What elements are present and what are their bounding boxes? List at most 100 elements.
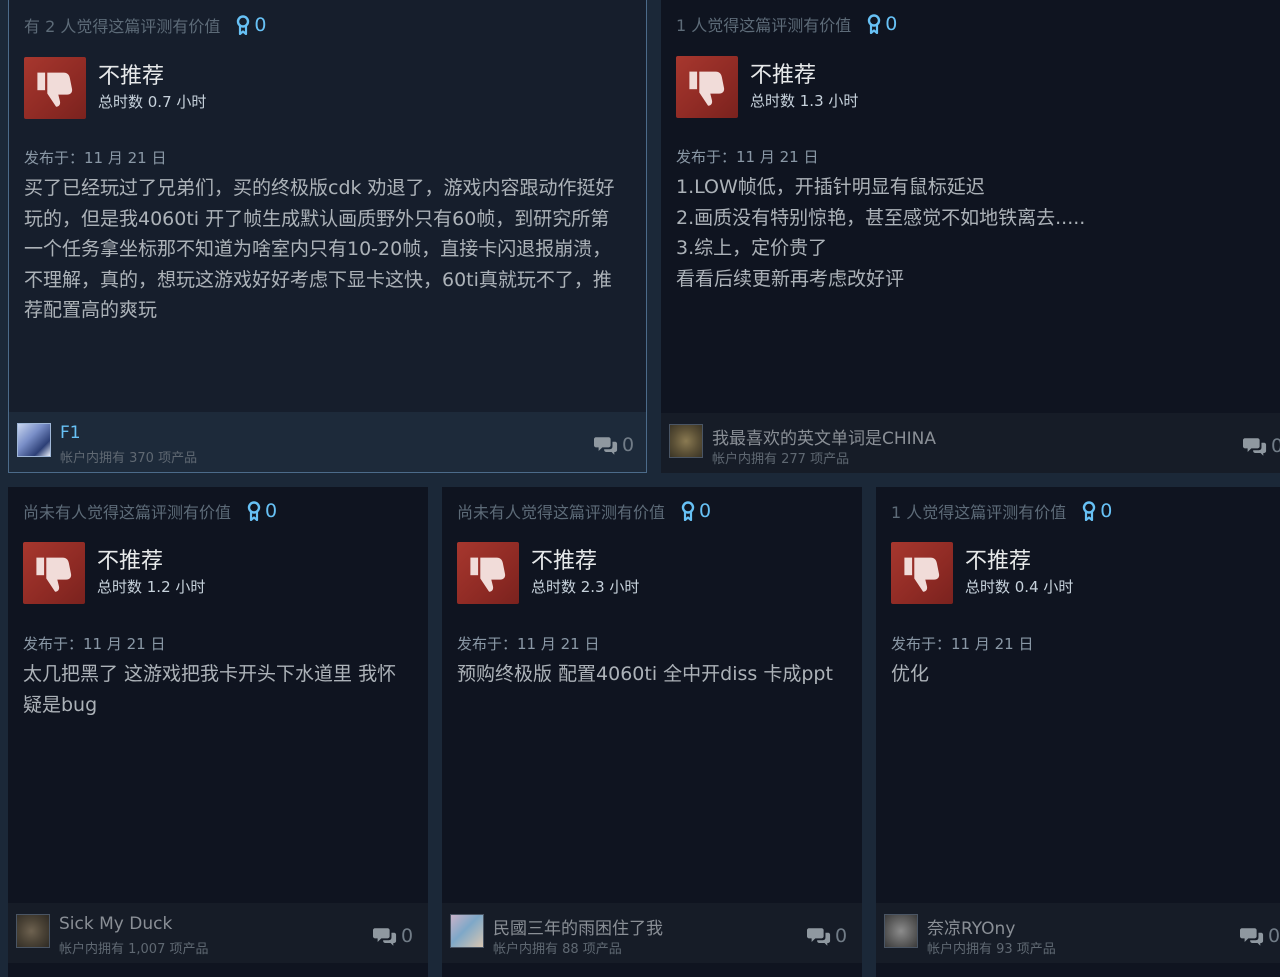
award-button[interactable]: 0 — [867, 13, 897, 35]
posted-date: 发布于：11 月 21 日 — [676, 148, 819, 166]
verdict-title: 不推荐 — [750, 63, 817, 88]
review-line: 2.画质没有特别惊艳，甚至感觉不如地铁离去..... — [676, 206, 1086, 229]
playtime: 总时数 2.3 小时 — [531, 578, 640, 596]
award-count: 0 — [885, 13, 898, 35]
author-name[interactable]: F1 — [60, 423, 81, 443]
comment-button[interactable]: 0 — [1243, 435, 1280, 457]
award-count: 0 — [699, 500, 712, 522]
review-author-bar: F1 帐户内拥有 370 项产品 0 — [9, 412, 646, 472]
author-product-count: 帐户内拥有 88 项产品 — [493, 942, 622, 957]
comment-count: 0 — [1271, 435, 1280, 457]
award-icon — [236, 15, 250, 35]
review-card: 1 人觉得这篇评测有价值 0 不推荐 总时数 0.4 小时 发布于：11 月 2… — [876, 487, 1280, 977]
author-name[interactable]: 我最喜欢的英文单词是CHINA — [712, 424, 936, 449]
verdict-block[interactable]: 不推荐 总时数 1.2 小时 — [23, 542, 205, 604]
review-line: 太几把黑了 这游戏把我卡开头下水道里 我怀 — [23, 663, 397, 685]
review-content: 优化 — [891, 659, 929, 690]
comment-icon — [1240, 926, 1264, 947]
review-line: 优化 — [891, 663, 930, 685]
review-line: 不理解，真的，想玩这游戏好好考虑下显卡这快，60ti真就玩不了，推 — [24, 268, 612, 291]
helpful-text: 尚未有人觉得这篇评测有价值 — [457, 503, 666, 522]
comment-icon — [373, 926, 397, 947]
thumbs-down-icon — [23, 542, 85, 604]
author-product-count: 帐户内拥有 1,007 项产品 — [59, 942, 209, 957]
author-product-count: 帐户内拥有 370 项产品 — [60, 451, 198, 466]
comment-button[interactable]: 0 — [1240, 925, 1280, 947]
award-button[interactable]: 0 — [236, 14, 266, 36]
verdict-block[interactable]: 不推荐 总时数 0.4 小时 — [891, 542, 1073, 604]
review-author-bar: Sick My Duck 帐户内拥有 1,007 项产品 0 — [8, 903, 428, 963]
verdict-title: 不推荐 — [98, 64, 165, 89]
thumbs-down-icon — [891, 542, 953, 604]
review-line: 玩的，但是我4060ti 开了帧生成默认画质野外只有60帧，到研究所第 — [24, 207, 610, 230]
award-button[interactable]: 0 — [247, 500, 277, 522]
author-product-count: 帐户内拥有 93 项产品 — [927, 942, 1056, 957]
review-content: 太几把黑了 这游戏把我卡开头下水道里 我怀 疑是bug — [23, 659, 396, 720]
avatar[interactable] — [450, 914, 484, 948]
review-author-bar: 奈凉RYOny 帐户内拥有 93 项产品 0 — [876, 903, 1280, 963]
avatar[interactable] — [669, 424, 703, 458]
review-line: 1.LOW帧低，开插针明显有鼠标延迟 — [676, 176, 985, 198]
review-line: 一个任务拿坐标那不知道为啥室内只有10-20帧，直接卡闪退报崩溃， — [24, 238, 612, 260]
verdict-title: 不推荐 — [965, 549, 1032, 574]
award-button[interactable]: 0 — [1082, 500, 1112, 522]
comment-icon — [1243, 436, 1267, 457]
verdict-title: 不推荐 — [531, 549, 598, 574]
review-line: 买了已经玩过了兄弟们，买的终极版cdk 劝退了，游戏内容跟动作挺好 — [24, 177, 615, 199]
helpful-count: 有 2 人觉得这篇评测有价值 0 — [24, 13, 266, 37]
comment-button[interactable]: 0 — [594, 434, 634, 456]
review-content: 预购终极版 配置4060ti 全中开diss 卡成ppt — [457, 659, 833, 690]
avatar[interactable] — [884, 914, 918, 948]
review-author-bar: 我最喜欢的英文单词是CHINA 帐户内拥有 277 项产品 0 — [661, 413, 1280, 473]
review-card: 尚未有人觉得这篇评测有价值 0 不推荐 总时数 2.3 小时 发布于：11 月 … — [442, 487, 862, 977]
review-card: 尚未有人觉得这篇评测有价值 0 不推荐 总时数 1.2 小时 发布于：11 月 … — [8, 487, 428, 977]
author-name[interactable]: 民國三年的雨困住了我 — [493, 914, 663, 939]
award-icon — [247, 501, 261, 521]
helpful-count: 1 人觉得这篇评测有价值 0 — [676, 12, 897, 36]
award-button[interactable]: 0 — [681, 500, 711, 522]
verdict-block[interactable]: 不推荐 总时数 1.3 小时 — [676, 56, 858, 118]
review-line: 预购终极版 配置4060ti 全中开diss 卡成ppt — [457, 663, 833, 685]
verdict-title: 不推荐 — [97, 549, 164, 574]
playtime: 总时数 1.2 小时 — [97, 578, 206, 596]
helpful-text: 1 人觉得这篇评测有价值 — [891, 503, 1067, 522]
award-icon — [681, 501, 695, 521]
verdict-block[interactable]: 不推荐 总时数 2.3 小时 — [457, 542, 639, 604]
comment-count: 0 — [1268, 925, 1280, 947]
review-card: 1 人觉得这篇评测有价值 0 不推荐 总时数 1.3 小时 发布于：11 月 2… — [661, 0, 1280, 473]
playtime: 总时数 0.4 小时 — [965, 578, 1074, 596]
thumbs-down-icon — [24, 57, 86, 119]
avatar[interactable] — [16, 914, 50, 948]
thumbs-down-icon — [457, 542, 519, 604]
playtime: 总时数 0.7 小时 — [98, 93, 207, 111]
helpful-text: 有 2 人觉得这篇评测有价值 — [24, 17, 221, 36]
comment-count: 0 — [835, 925, 848, 947]
helpful-count: 尚未有人觉得这篇评测有价值 0 — [23, 499, 277, 523]
helpful-count: 1 人觉得这篇评测有价值 0 — [891, 499, 1112, 523]
review-content: 买了已经玩过了兄弟们，买的终极版cdk 劝退了，游戏内容跟动作挺好 玩的，但是我… — [24, 173, 615, 326]
helpful-count: 尚未有人觉得这篇评测有价值 0 — [457, 499, 711, 523]
award-count: 0 — [254, 14, 267, 36]
posted-date: 发布于：11 月 21 日 — [891, 635, 1034, 653]
comment-icon — [807, 926, 831, 947]
review-line: 荐配置高的爽玩 — [24, 299, 158, 321]
review-line: 3.综上，定价贵了 — [676, 237, 828, 259]
verdict-block[interactable]: 不推荐 总时数 0.7 小时 — [24, 57, 206, 119]
helpful-text: 尚未有人觉得这篇评测有价值 — [23, 503, 232, 522]
comment-button[interactable]: 0 — [807, 925, 847, 947]
comment-button[interactable]: 0 — [373, 925, 413, 947]
review-author-bar: 民國三年的雨困住了我 帐户内拥有 88 项产品 0 — [442, 903, 862, 963]
author-name[interactable]: 奈凉RYOny — [927, 914, 1015, 939]
thumbs-down-icon — [676, 56, 738, 118]
award-icon — [867, 14, 881, 34]
review-line: 看看后续更新再考虑改好评 — [676, 267, 905, 290]
avatar[interactable] — [17, 423, 51, 457]
comment-count: 0 — [622, 434, 635, 456]
posted-date: 发布于：11 月 21 日 — [457, 635, 600, 653]
review-line: 疑是bug — [23, 693, 98, 716]
review-card: 有 2 人觉得这篇评测有价值 0 不推荐 总时数 0.7 小时 发布于：11 月… — [8, 0, 647, 473]
award-count: 0 — [1100, 500, 1113, 522]
comment-icon — [594, 435, 618, 456]
author-name[interactable]: Sick My Duck — [59, 914, 172, 934]
award-count: 0 — [265, 500, 278, 522]
